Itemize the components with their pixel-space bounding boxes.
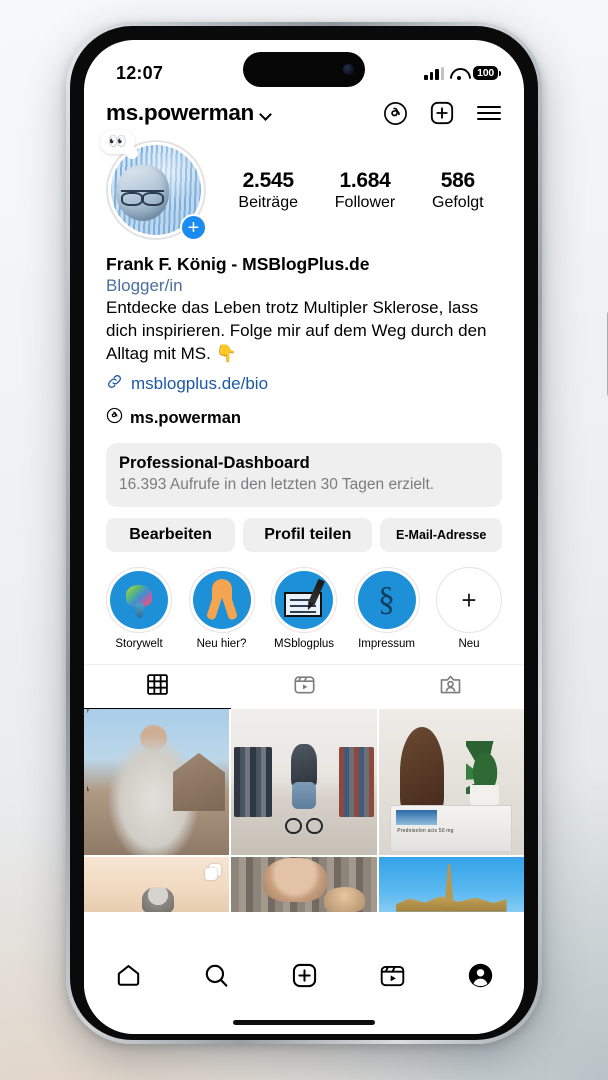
- dashboard-subtitle: 16.393 Aufrufe in den letzten 30 Tagen e…: [119, 476, 435, 494]
- grid-post[interactable]: [378, 856, 524, 912]
- bio-link-text: msblogplus.de/bio: [131, 374, 269, 394]
- avatar-note-bubble[interactable]: 👀: [100, 130, 138, 159]
- cellular-bars-icon: [424, 66, 445, 80]
- highlight-label: Neu: [458, 638, 480, 651]
- bio-description: Entdecke das Leben trotz Multipler Skler…: [106, 298, 487, 363]
- nav-search[interactable]: [188, 962, 244, 994]
- bio-threads-handle: ms.powerman: [130, 408, 241, 427]
- story-highlights: Storywelt Neu hier? MSblogplus § Impress…: [84, 552, 524, 650]
- post-grid: Prednisolon acis 50 mg: [84, 709, 524, 912]
- reels-icon: [379, 962, 406, 994]
- highlight-cover: +: [436, 567, 502, 634]
- plus-square-icon[interactable]: [429, 100, 455, 126]
- status-time: 12:07: [116, 62, 164, 83]
- highlight-new[interactable]: + Neu: [436, 567, 502, 650]
- grid-post[interactable]: Prednisolon acis 50 mg: [378, 709, 524, 855]
- stat-posts[interactable]: 2.545 Beiträge: [238, 169, 298, 212]
- grid-icon: [146, 673, 169, 701]
- dashboard-title: Professional-Dashboard: [119, 454, 310, 473]
- bio-threads-row[interactable]: ms.powerman: [106, 407, 502, 429]
- wifi-icon: [450, 67, 467, 80]
- search-icon: [203, 962, 230, 994]
- carousel-icon: [205, 863, 222, 880]
- threads-icon: [106, 407, 123, 429]
- plus-icon: +: [461, 585, 477, 616]
- header-actions: [383, 100, 502, 126]
- tab-reels[interactable]: [231, 665, 378, 709]
- tab-grid[interactable]: [84, 665, 231, 710]
- edit-profile-button[interactable]: Bearbeiten: [106, 518, 236, 553]
- share-profile-button[interactable]: Profil teilen: [243, 518, 373, 553]
- avatar-glasses-shape: [120, 190, 165, 206]
- profile-avatar-icon: [467, 962, 494, 994]
- chevron-down-icon: [259, 108, 272, 121]
- highlight-cover: [188, 567, 255, 634]
- status-bar: 12:07 100: [84, 40, 524, 94]
- bottom-navigation-bar: [84, 948, 524, 1034]
- nav-create[interactable]: [276, 962, 332, 994]
- profile-content-tabs: [84, 664, 524, 710]
- pen-and-card-icon: [283, 578, 325, 618]
- profile-summary: 👀 + 2.545 Beiträge 1.684 Follower 586 Ge…: [84, 130, 524, 241]
- highlight-msblogplus[interactable]: MSblogplus: [271, 567, 337, 650]
- account-switcher-button[interactable]: ms.powerman: [106, 100, 272, 126]
- avatar[interactable]: 👀 +: [100, 130, 207, 241]
- app-header: ms.powerman: [84, 94, 524, 136]
- highlight-cover: §: [353, 567, 420, 634]
- stat-posts-number: 2.545: [242, 168, 294, 192]
- bio-link-row[interactable]: msblogplus.de/bio: [106, 373, 502, 395]
- highlight-label: MSblogplus: [273, 638, 335, 651]
- stat-followers-label: Follower: [334, 193, 396, 211]
- stat-followers[interactable]: 1.684 Follower: [335, 169, 395, 212]
- home-indicator[interactable]: [233, 1020, 375, 1025]
- stat-following-number: 586: [440, 168, 475, 192]
- highlight-label: Impressum: [358, 638, 415, 651]
- dynamic-island: [243, 52, 365, 87]
- front-camera-icon: [343, 64, 354, 75]
- link-icon: [106, 373, 123, 395]
- profile-action-buttons: Bearbeiten Profil teilen E-Mail-Adresse: [84, 507, 524, 553]
- stat-following-label: Gefolgt: [432, 193, 484, 211]
- profile-bio: Frank F. König - MSBlogPlus.de Blogger/i…: [84, 240, 524, 429]
- tab-tagged[interactable]: [377, 665, 524, 709]
- highlight-label: Neu hier?: [196, 638, 247, 651]
- grid-post[interactable]: [231, 856, 377, 912]
- phone-bezel: 12:07 100 ms.powerman 👀 + 2.545 Beiträge…: [70, 26, 538, 1040]
- professional-dashboard-card[interactable]: Professional-Dashboard 16.393 Aufrufe in…: [106, 443, 502, 508]
- highlight-label: Storywelt: [115, 638, 163, 651]
- elephant-icon: [120, 581, 158, 619]
- highlight-storywelt[interactable]: Storywelt: [106, 567, 172, 650]
- profile-stats: 2.545 Beiträge 1.684 Follower 586 Gefolg…: [206, 169, 502, 212]
- threads-icon[interactable]: [383, 101, 408, 126]
- highlight-impressum[interactable]: § Impressum: [353, 567, 420, 651]
- paragraph-symbol-icon: §: [378, 581, 395, 619]
- reels-icon: [293, 673, 316, 701]
- status-indicators: 100: [424, 65, 501, 81]
- phone-screen: 12:07 100 ms.powerman 👀 + 2.545 Beiträge…: [84, 40, 524, 1034]
- grid-post[interactable]: [84, 856, 230, 912]
- awareness-ribbon-icon: [205, 579, 239, 621]
- hamburger-menu-icon[interactable]: [476, 103, 502, 123]
- phone-device-frame: 12:07 100 ms.powerman 👀 + 2.545 Beiträge…: [66, 22, 608, 1044]
- grid-post[interactable]: [84, 709, 230, 855]
- highlight-cover: [271, 567, 337, 634]
- grid-post[interactable]: [231, 709, 377, 855]
- stat-posts-label: Beiträge: [238, 193, 298, 211]
- nav-home[interactable]: [100, 962, 156, 994]
- stat-followers-number: 1.684: [339, 168, 391, 192]
- add-to-story-button[interactable]: +: [180, 214, 207, 241]
- stat-following[interactable]: 586 Gefolgt: [432, 169, 484, 212]
- home-icon: [115, 962, 142, 994]
- tagged-person-icon: [439, 673, 462, 701]
- email-address-button[interactable]: E-Mail-Adresse: [380, 518, 502, 553]
- plus-square-icon: [291, 962, 318, 994]
- nav-profile[interactable]: [452, 962, 508, 994]
- highlight-neu-hier[interactable]: Neu hier?: [188, 567, 255, 651]
- bio-category: Blogger/in: [106, 276, 183, 295]
- battery-icon: 100: [473, 65, 501, 81]
- bio-display-name: Frank F. König - MSBlogPlus.de: [106, 254, 370, 274]
- highlight-cover: [106, 567, 172, 634]
- nav-reels[interactable]: [364, 962, 420, 994]
- header-username: ms.powerman: [106, 100, 254, 125]
